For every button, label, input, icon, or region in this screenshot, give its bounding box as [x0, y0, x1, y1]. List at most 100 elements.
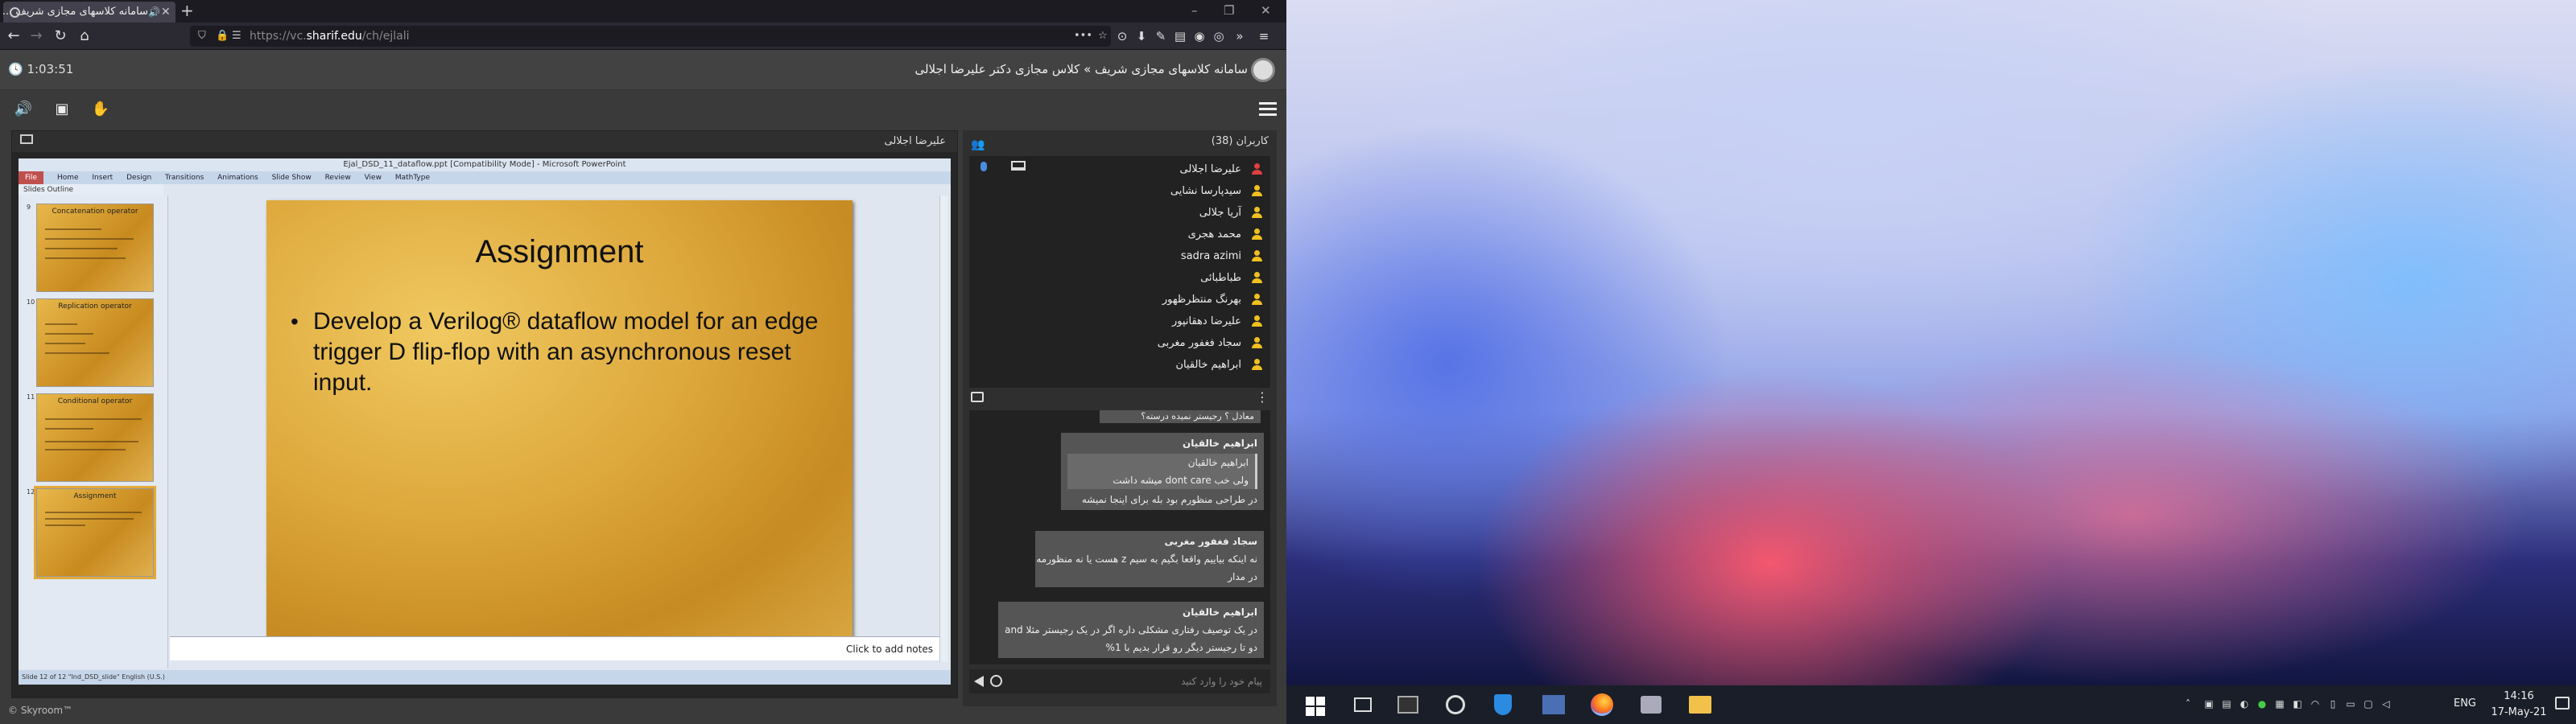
- play-media-icon[interactable]: ▣: [52, 99, 72, 120]
- user-list-item[interactable]: محمد هجری: [982, 224, 1264, 245]
- new-tab-button[interactable]: +: [180, 0, 194, 21]
- browser-tab[interactable]: سامانه کلاسهای مجازی شریف ... 🔊 ✕: [3, 2, 175, 23]
- tray-app-icon[interactable]: ▣: [2202, 698, 2215, 710]
- message-author: ابراهیم خالقیان: [1183, 438, 1257, 449]
- tab-bar: سامانه کلاسهای مجازی شریف ... 🔊 ✕ + – ❐ …: [0, 0, 1286, 23]
- chat-icon: [971, 392, 984, 402]
- user-list-item[interactable]: سیدپارسا نشایی: [982, 181, 1264, 202]
- user-icon: [1251, 359, 1262, 370]
- lock-icon[interactable]: 🔒: [216, 26, 229, 47]
- url-path: /ch/ejlali: [361, 30, 410, 43]
- speaker-icon[interactable]: 🔊: [13, 99, 34, 120]
- tray-app-icon[interactable]: ◐: [2238, 698, 2251, 710]
- reload-button[interactable]: ↻: [50, 26, 71, 47]
- volume-icon[interactable]: ◁: [2380, 698, 2392, 710]
- ppt-ribbon: File Home Insert Design Transitions Anim…: [19, 171, 951, 184]
- windows-taskbar: ˄ ▣ ▤ ◐ ● ▦ ◧ ◠ ▯ ▭ ▢ ◁ ENG 14:16 17-May…: [1286, 685, 2576, 724]
- chat-input[interactable]: پیام خود را وارد کنید: [969, 669, 1270, 693]
- user-list-item[interactable]: sadra azimi: [982, 246, 1264, 267]
- thumbnail-title: Concatenation operator: [52, 208, 138, 216]
- user-icon: [1251, 272, 1262, 283]
- clock-date[interactable]: 17-May-21: [2491, 706, 2547, 718]
- chat-message: ابراهیم خالقیان در یک توصیف رفتاری مشکلی…: [998, 602, 1264, 658]
- forward-button[interactable]: →: [26, 26, 47, 47]
- security-shield-icon[interactable]: [1494, 694, 1512, 715]
- library-icon[interactable]: ▤: [1172, 26, 1188, 47]
- current-slide: Assignment • Develop a Verilog® dataflow…: [266, 200, 852, 638]
- menu-icon[interactable]: [1259, 99, 1277, 118]
- slide-body: • Develop a Verilog® dataflow model for …: [291, 306, 822, 398]
- display-icon[interactable]: ▢: [2362, 698, 2375, 710]
- presenter-name: علیرضا اجلالی: [884, 135, 947, 147]
- close-tab-icon[interactable]: ✕: [161, 2, 171, 23]
- tray-app-icon[interactable]: ●: [2256, 698, 2268, 710]
- addon-icon[interactable]: ◎: [1211, 26, 1227, 47]
- user-list-item[interactable]: علیرضا اجلالی: [982, 159, 1264, 180]
- ppt-scrollbar: [939, 195, 947, 662]
- battery-icon[interactable]: ▭: [2344, 698, 2357, 710]
- task-view-icon[interactable]: [1354, 697, 1372, 712]
- tray-app-icon[interactable]: ▦: [2273, 698, 2286, 710]
- more-options-icon[interactable]: ⋮: [1256, 389, 1269, 405]
- network-app-icon[interactable]: [1641, 696, 1662, 714]
- slide-thumbnail: Concatenation operator: [36, 204, 154, 292]
- user-list-item[interactable]: سجاد فغفور مغربی: [982, 333, 1264, 354]
- tray-app-icon[interactable]: ◧: [2291, 698, 2304, 710]
- bookmark-star-icon[interactable]: ☆: [1098, 26, 1108, 47]
- user-name: آریا جلالی: [1199, 207, 1241, 219]
- user-list-item[interactable]: ابراهیم خالقیان: [982, 355, 1264, 376]
- user-icon: [1251, 250, 1262, 261]
- download-icon[interactable]: ⬇: [1133, 26, 1150, 47]
- permissions-icon[interactable]: ☰: [232, 26, 242, 47]
- pocket-icon[interactable]: ⊙: [1114, 26, 1130, 47]
- extension-icon[interactable]: ✎: [1153, 26, 1169, 47]
- clock-time[interactable]: 14:16: [2491, 690, 2547, 702]
- overflow-icon[interactable]: »: [1232, 26, 1248, 47]
- remote-desktop-icon[interactable]: [1542, 695, 1565, 714]
- hamburger-menu-icon[interactable]: ≡: [1256, 26, 1272, 47]
- notifications-icon[interactable]: [2555, 697, 2570, 710]
- tray-app-icon[interactable]: ▤: [2220, 698, 2233, 710]
- terminal-icon[interactable]: [1397, 696, 1418, 714]
- media-player-icon[interactable]: [1446, 695, 1465, 714]
- chat-message-partial: معادل ؟ رجیستر نمیده درسته؟: [1100, 410, 1261, 423]
- page-actions-icon[interactable]: •••: [1074, 26, 1092, 47]
- emoji-icon[interactable]: [990, 675, 1002, 687]
- slide-thumbnail: Replication operator: [36, 298, 154, 387]
- sync-icon[interactable]: ◉: [1191, 26, 1208, 47]
- firefox-icon[interactable]: [1591, 693, 1613, 716]
- user-list-item[interactable]: علیرضا دهقانپور: [982, 311, 1264, 332]
- slide-thumbnail: Conditional operator: [36, 393, 154, 482]
- usb-icon[interactable]: ▯: [2326, 698, 2339, 710]
- user-list-item[interactable]: طباطبائی: [982, 268, 1264, 289]
- ppt-panel-tabs: Slides Outline: [19, 184, 163, 195]
- ppt-ribbon-design: Design: [126, 174, 152, 182]
- quoted-message: ابراهیم خالقیان ولی خب dont care میشه دا…: [1067, 454, 1257, 489]
- address-bar[interactable]: ⛉ 🔒 ☰ https://vc.sharif.edu/ch/ejlali ••…: [190, 26, 1111, 47]
- message-text: دو تا رجیستر دیگر رو قرار بدیم با 1%: [1105, 642, 1257, 653]
- session-timer: 🕓 1:03:51: [8, 62, 74, 76]
- user-icon: [1251, 163, 1262, 175]
- user-name: sadra azimi: [1180, 250, 1241, 262]
- shield-icon[interactable]: ⛉: [198, 26, 206, 47]
- user-name: علیرضا دهقانپور: [1171, 315, 1241, 327]
- windows-start-icon[interactable]: [1302, 692, 1328, 718]
- bullet-icon: •: [291, 309, 299, 334]
- wifi-icon[interactable]: ◠: [2309, 698, 2322, 710]
- file-explorer-icon[interactable]: [1689, 696, 1711, 714]
- restore-icon[interactable]: ❐: [1224, 0, 1234, 21]
- message-text: در طراحی منظورم بود بله برای اینجا نمیشه: [1081, 494, 1257, 505]
- user-list-item[interactable]: آریا جلالی: [982, 203, 1264, 224]
- raise-hand-icon[interactable]: ✋: [90, 99, 111, 120]
- tray-expand-icon[interactable]: ˄: [2182, 698, 2194, 710]
- language-indicator[interactable]: ENG: [2454, 697, 2476, 710]
- favicon-icon: [10, 7, 20, 18]
- chat-message: سجاد فغفور مغربی نه اینکه بیاییم واقعا ب…: [1035, 531, 1264, 587]
- close-window-icon[interactable]: ✕: [1261, 0, 1271, 21]
- minimize-icon[interactable]: –: [1191, 0, 1198, 21]
- send-icon[interactable]: [974, 676, 984, 687]
- audio-playing-icon[interactable]: 🔊: [148, 2, 160, 23]
- user-list-item[interactable]: بهرنگ منتظرظهور: [982, 290, 1264, 311]
- home-button[interactable]: ⌂: [74, 26, 95, 47]
- back-button[interactable]: ←: [3, 26, 24, 47]
